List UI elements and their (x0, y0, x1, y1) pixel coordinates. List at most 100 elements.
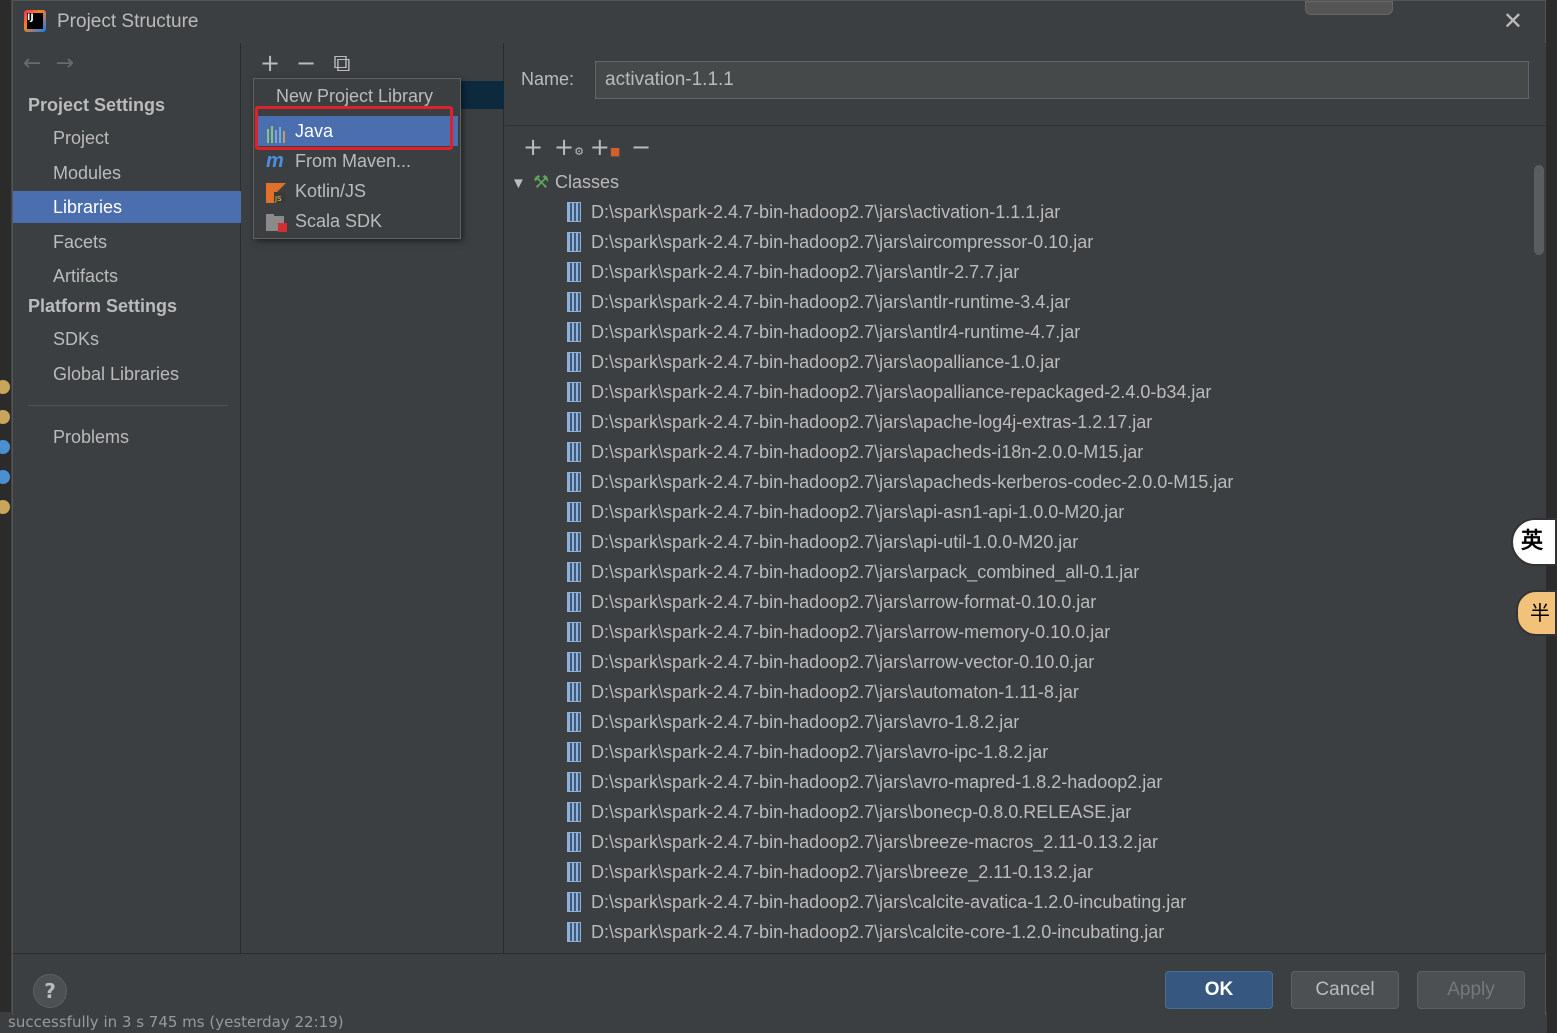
kotlin-js-icon: JS (266, 182, 286, 203)
java-library-icon (266, 122, 286, 143)
background-status-bar: successfully in 3 s 745 ms (yesterday 22… (0, 1012, 1557, 1033)
sidebar-item-project[interactable]: Project (13, 122, 241, 154)
jar-row[interactable]: D:\spark\spark-2.4.7-bin-hadoop2.7\jars\… (567, 227, 1093, 257)
tree-scrollbar[interactable] (1534, 165, 1544, 255)
popup-item-java[interactable]: Java (256, 116, 458, 146)
add-excluded-icon[interactable]: +■ (587, 133, 623, 161)
ime-mascot-icon[interactable]: 半 (1516, 590, 1557, 636)
jar-row[interactable]: D:\spark\spark-2.4.7-bin-hadoop2.7\jars\… (567, 677, 1079, 707)
jar-row[interactable]: D:\spark\spark-2.4.7-bin-hadoop2.7\jars\… (567, 857, 1093, 887)
ime-language-widget[interactable]: 英 (1511, 518, 1557, 566)
jar-path: D:\spark\spark-2.4.7-bin-hadoop2.7\jars\… (591, 802, 1132, 822)
popup-title: New Project Library (276, 86, 434, 106)
back-arrow-icon[interactable]: ← (23, 51, 41, 76)
sidebar-item-facets[interactable]: Facets (13, 226, 241, 258)
jar-row[interactable]: D:\spark\spark-2.4.7-bin-hadoop2.7\jars\… (567, 827, 1158, 857)
popup-item-kotlin-js[interactable]: JS Kotlin/JS (256, 176, 458, 206)
jar-icon (567, 202, 581, 222)
jar-row[interactable]: D:\spark\spark-2.4.7-bin-hadoop2.7\jars\… (567, 317, 1080, 347)
jar-row[interactable]: D:\spark\spark-2.4.7-bin-hadoop2.7\jars\… (567, 257, 1019, 287)
popup-item-label: Kotlin/JS (295, 181, 367, 201)
project-structure-dialog: Project Structure ✕ ←→ Project Settings … (12, 0, 1546, 1015)
popup-item-label: From Maven... (295, 151, 412, 171)
background-icon (0, 470, 10, 484)
apply-button[interactable]: Apply (1417, 971, 1525, 1009)
jar-row[interactable]: D:\spark\spark-2.4.7-bin-hadoop2.7\jars\… (567, 407, 1152, 437)
jar-row[interactable]: D:\spark\spark-2.4.7-bin-hadoop2.7\jars\… (567, 587, 1096, 617)
sidebar-item-artifacts[interactable]: Artifacts (13, 260, 241, 292)
jar-row[interactable]: D:\spark\spark-2.4.7-bin-hadoop2.7\jars\… (567, 647, 1094, 677)
sidebar-item-problems[interactable]: Problems (13, 421, 241, 453)
jar-path: D:\spark\spark-2.4.7-bin-hadoop2.7\jars\… (591, 892, 1187, 912)
help-button[interactable]: ? (33, 974, 67, 1008)
add-library-icon[interactable]: + (252, 49, 288, 77)
jar-row[interactable]: D:\spark\spark-2.4.7-bin-hadoop2.7\jars\… (567, 527, 1078, 557)
jar-path: D:\spark\spark-2.4.7-bin-hadoop2.7\jars\… (591, 382, 1212, 402)
jar-row[interactable]: D:\spark\spark-2.4.7-bin-hadoop2.7\jars\… (567, 437, 1143, 467)
jar-row[interactable]: D:\spark\spark-2.4.7-bin-hadoop2.7\jars\… (567, 347, 1060, 377)
jar-path: D:\spark\spark-2.4.7-bin-hadoop2.7\jars\… (591, 772, 1163, 792)
jar-path: D:\spark\spark-2.4.7-bin-hadoop2.7\jars\… (591, 502, 1125, 522)
add-specification-icon[interactable]: +⚙ (551, 133, 587, 161)
jar-row[interactable]: D:\spark\spark-2.4.7-bin-hadoop2.7\jars\… (567, 917, 1164, 947)
jar-path: D:\spark\spark-2.4.7-bin-hadoop2.7\jars\… (591, 922, 1165, 942)
classes-node[interactable]: ▼ ⚒ Classes (511, 167, 619, 197)
jar-path: D:\spark\spark-2.4.7-bin-hadoop2.7\jars\… (591, 742, 1049, 762)
jar-path: D:\spark\spark-2.4.7-bin-hadoop2.7\jars\… (591, 682, 1079, 702)
add-root-icon[interactable]: + (515, 133, 551, 161)
jar-icon (567, 562, 581, 582)
sidebar-divider (28, 405, 228, 406)
forward-arrow-icon[interactable]: → (55, 51, 73, 76)
jar-icon (567, 892, 581, 912)
jar-icon (567, 802, 581, 822)
jar-icon (567, 712, 581, 732)
svg-text:JS: JS (274, 195, 282, 203)
jar-path: D:\spark\spark-2.4.7-bin-hadoop2.7\jars\… (591, 292, 1071, 312)
background-icon (0, 410, 10, 424)
jar-path: D:\spark\spark-2.4.7-bin-hadoop2.7\jars\… (591, 652, 1095, 672)
jar-icon (567, 862, 581, 882)
jar-path: D:\spark\spark-2.4.7-bin-hadoop2.7\jars\… (591, 532, 1079, 552)
jar-row[interactable]: D:\spark\spark-2.4.7-bin-hadoop2.7\jars\… (567, 377, 1211, 407)
background-status-text: successfully in 3 s 745 ms (yesterday 22… (8, 1013, 344, 1031)
jar-row[interactable]: D:\spark\spark-2.4.7-bin-hadoop2.7\jars\… (567, 767, 1162, 797)
jar-icon (567, 922, 581, 942)
jar-row[interactable]: D:\spark\spark-2.4.7-bin-hadoop2.7\jars\… (567, 497, 1124, 527)
jar-row[interactable]: D:\spark\spark-2.4.7-bin-hadoop2.7\jars\… (567, 467, 1233, 497)
ok-button[interactable]: OK (1165, 971, 1273, 1009)
jar-row[interactable]: D:\spark\spark-2.4.7-bin-hadoop2.7\jars\… (567, 887, 1186, 917)
cancel-button[interactable]: Cancel (1291, 971, 1399, 1009)
library-name-input[interactable] (595, 61, 1529, 99)
jar-path: D:\spark\spark-2.4.7-bin-hadoop2.7\jars\… (591, 472, 1234, 492)
jar-icon (567, 472, 581, 492)
maven-icon: m (266, 150, 284, 172)
expand-arrow-icon[interactable]: ▼ (511, 169, 533, 199)
popup-item-scala-sdk[interactable]: Scala SDK (256, 206, 458, 236)
jar-icon (567, 682, 581, 702)
sidebar-item-modules[interactable]: Modules (13, 157, 241, 189)
jar-row[interactable]: D:\spark\spark-2.4.7-bin-hadoop2.7\jars\… (567, 557, 1139, 587)
sidebar-item-libraries[interactable]: Libraries (13, 191, 241, 223)
jar-path: D:\spark\spark-2.4.7-bin-hadoop2.7\jars\… (591, 202, 1061, 222)
sidebar-item-global-libraries[interactable]: Global Libraries (13, 358, 241, 390)
popup-item-from-maven[interactable]: m From Maven... (256, 146, 458, 176)
jar-path: D:\spark\spark-2.4.7-bin-hadoop2.7\jars\… (591, 232, 1094, 252)
library-list-toolbar: + − ⧉ (252, 49, 360, 77)
jar-row[interactable]: D:\spark\spark-2.4.7-bin-hadoop2.7\jars\… (567, 617, 1110, 647)
remove-library-icon[interactable]: − (288, 49, 324, 77)
sidebar-item-sdks[interactable]: SDKs (13, 323, 241, 355)
jar-path: D:\spark\spark-2.4.7-bin-hadoop2.7\jars\… (591, 262, 1020, 282)
jar-row[interactable]: D:\spark\spark-2.4.7-bin-hadoop2.7\jars\… (567, 287, 1070, 317)
jar-row[interactable]: D:\spark\spark-2.4.7-bin-hadoop2.7\jars\… (567, 797, 1131, 827)
jar-icon (567, 592, 581, 612)
jar-row[interactable]: D:\spark\spark-2.4.7-bin-hadoop2.7\jars\… (567, 737, 1048, 767)
memory-indicator (1305, 1, 1393, 15)
settings-sidebar: ← → Project Settings Project Modules Libr… (13, 43, 241, 953)
dialog-titlebar: Project Structure ✕ (13, 1, 1545, 43)
copy-library-icon[interactable]: ⧉ (324, 49, 360, 77)
roots-toolbar: + +⚙ +■ − (515, 133, 659, 161)
jar-row[interactable]: D:\spark\spark-2.4.7-bin-hadoop2.7\jars\… (567, 707, 1019, 737)
close-icon[interactable]: ✕ (1503, 9, 1523, 33)
remove-root-icon[interactable]: − (623, 133, 659, 161)
jar-row[interactable]: D:\spark\spark-2.4.7-bin-hadoop2.7\jars\… (567, 197, 1060, 227)
